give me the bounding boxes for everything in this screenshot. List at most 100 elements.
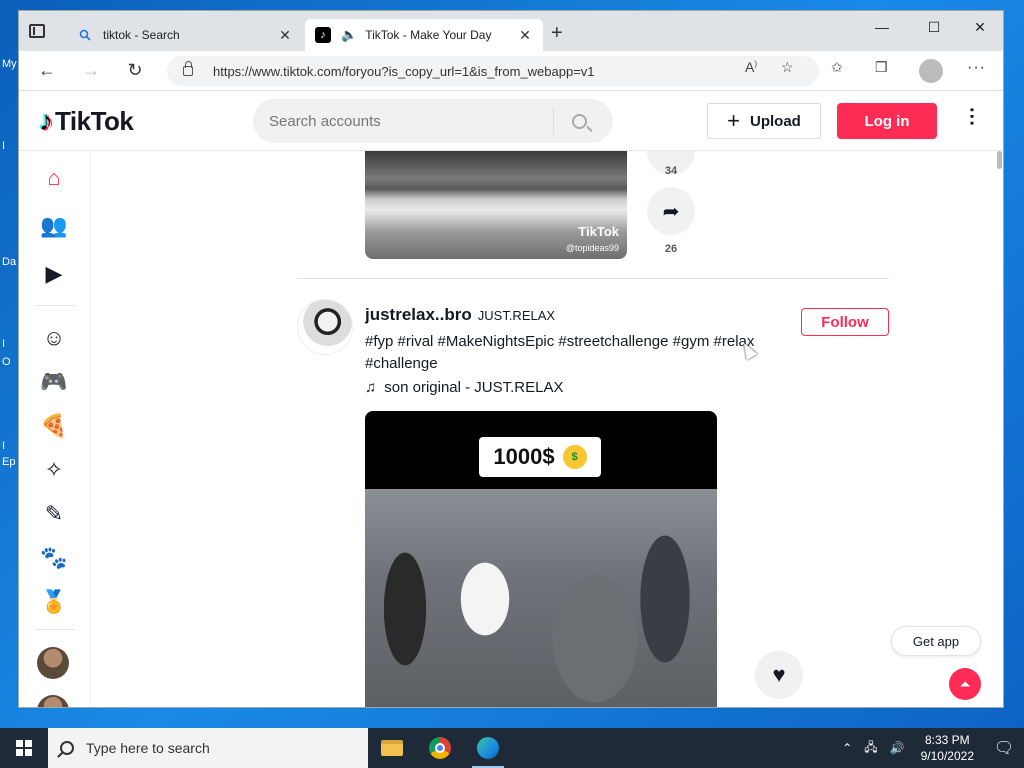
tab-title: TikTok - Make Your Day bbox=[365, 28, 492, 42]
search-button[interactable] bbox=[554, 99, 604, 143]
post-video[interactable]: 1000$ $ bbox=[365, 411, 717, 707]
previous-video[interactable]: TikTok @topideas99 bbox=[365, 151, 627, 259]
collections-icon[interactable]: ❐ bbox=[875, 59, 888, 76]
following-icon[interactable]: 👥 bbox=[39, 211, 69, 241]
more-options-icon[interactable]: ··· bbox=[959, 107, 982, 127]
add-favorite-icon[interactable]: ☆ bbox=[781, 59, 794, 76]
share-icon: ➦ bbox=[662, 200, 680, 223]
desktop-icon-label[interactable]: My bbox=[2, 58, 17, 70]
read-aloud-icon[interactable]: A) bbox=[745, 59, 757, 75]
food-icon[interactable]: 🍕 bbox=[39, 411, 69, 441]
notification-icon[interactable]: 🗨 bbox=[984, 728, 1024, 768]
music-link[interactable]: ♫ son original - JUST.RELAX bbox=[365, 379, 564, 396]
scrollbar-thumb[interactable] bbox=[997, 151, 1002, 169]
live-icon[interactable]: ▶ bbox=[39, 259, 69, 289]
close-window-button[interactable]: ✕ bbox=[957, 19, 1003, 36]
start-button[interactable] bbox=[0, 728, 48, 768]
get-app-button[interactable]: Get app bbox=[891, 626, 981, 656]
suggested-account-avatar[interactable] bbox=[37, 647, 69, 679]
edge-button[interactable] bbox=[464, 728, 512, 768]
follow-button[interactable]: Follow bbox=[801, 308, 889, 336]
file-explorer-button[interactable] bbox=[368, 728, 416, 768]
author-name[interactable]: justrelax..bro bbox=[365, 305, 472, 325]
like-button[interactable]: ♥ bbox=[755, 651, 803, 699]
arrow-up-icon: ⏶ bbox=[959, 675, 971, 692]
upload-label: Upload bbox=[750, 112, 801, 130]
post-caption[interactable]: #fyp #rival #MakeNightsEpic #streetchall… bbox=[365, 331, 755, 375]
tab-actions-icon[interactable] bbox=[27, 22, 47, 42]
scroll-to-top-button[interactable]: ⏶ bbox=[949, 668, 981, 700]
author-row[interactable]: justrelax..bro JUST.RELAX bbox=[365, 305, 555, 325]
music-title: son original - JUST.RELAX bbox=[384, 379, 564, 396]
minimize-button[interactable]: — bbox=[859, 19, 905, 35]
url-text[interactable]: https://www.tiktok.com/foryou?is_copy_ur… bbox=[213, 64, 595, 79]
share-button[interactable]: ➦ bbox=[647, 187, 695, 235]
clock-time: 8:33 PM bbox=[924, 733, 970, 747]
taskbar: Type here to search ⌃ 🖧 🔊 8:33 PM 9/10/2… bbox=[0, 728, 1024, 768]
favorites-icon[interactable]: ✩ bbox=[831, 59, 843, 76]
video-frame bbox=[365, 489, 717, 707]
gaming-icon[interactable]: 🎮 bbox=[39, 367, 69, 397]
search-bar bbox=[253, 99, 613, 143]
author-avatar[interactable] bbox=[297, 299, 353, 355]
tab-tiktok-home[interactable]: ♪ 🔈 TikTok - Make Your Day ✕ bbox=[305, 19, 543, 51]
tab-bar: tiktok - Search ✕ ♪ 🔈 TikTok - Make Your… bbox=[19, 11, 1003, 51]
home-icon[interactable]: ⌂ bbox=[39, 163, 69, 193]
network-icon[interactable]: 🖧 bbox=[864, 738, 877, 759]
beauty-icon[interactable]: ✎ bbox=[39, 499, 69, 529]
search-input[interactable] bbox=[253, 99, 553, 143]
search-icon bbox=[60, 741, 74, 755]
desktop-icon-label[interactable]: I bbox=[2, 338, 5, 350]
desktop-icon-label[interactable]: I bbox=[2, 140, 5, 152]
refresh-button[interactable]: ↻ bbox=[123, 60, 147, 81]
desktop-icon-label[interactable]: I bbox=[2, 440, 5, 452]
more-icon[interactable]: ··· bbox=[967, 59, 986, 77]
tab-close-icon[interactable]: ✕ bbox=[517, 27, 533, 44]
share-count: 26 bbox=[664, 243, 678, 255]
clock[interactable]: 8:33 PM 9/10/2022 bbox=[921, 732, 974, 764]
desktop-icon-label[interactable]: O bbox=[2, 356, 11, 368]
chrome-button[interactable] bbox=[416, 728, 464, 768]
upload-button[interactable]: + Upload bbox=[707, 103, 821, 139]
volume-icon[interactable]: 🔊 bbox=[890, 741, 905, 755]
tiktok-logo[interactable]: ♪ TikTok bbox=[39, 105, 134, 137]
sidebar-divider bbox=[35, 305, 75, 306]
forward-button[interactable]: → bbox=[79, 60, 103, 81]
windows-icon bbox=[16, 740, 32, 756]
chrome-icon bbox=[429, 737, 451, 759]
author-nickname[interactable]: JUST.RELAX bbox=[478, 308, 555, 323]
sports-icon[interactable]: 🏅 bbox=[39, 587, 69, 617]
tab-title: tiktok - Search bbox=[103, 28, 180, 42]
browser-window: tiktok - Search ✕ ♪ 🔈 TikTok - Make Your… bbox=[18, 10, 1004, 708]
tab-tiktok-search[interactable]: tiktok - Search ✕ bbox=[67, 19, 303, 51]
new-tab-button[interactable]: + bbox=[551, 23, 563, 43]
chevron-up-icon[interactable]: ⌃ bbox=[842, 741, 852, 755]
tiktok-header: ♪ TikTok + Upload Log in ··· bbox=[19, 91, 1003, 151]
tiktok-page: ♪ TikTok + Upload Log in ··· ⌂ 👥 ▶ ☺ 🎮 🍕 bbox=[19, 91, 1003, 707]
suggested-account-avatar[interactable] bbox=[37, 695, 69, 707]
music-note-icon: ♫ bbox=[365, 379, 377, 396]
system-tray: ⌃ 🖧 🔊 8:33 PM 9/10/2022 🗨 bbox=[836, 728, 1024, 768]
video-overlay-label: 1000$ bbox=[493, 444, 555, 469]
dance-icon[interactable]: ✧ bbox=[39, 455, 69, 485]
address-bar: ← → ↻ https://www.tiktok.com/foryou?is_c… bbox=[19, 51, 1003, 91]
feed: TikTok @topideas99 34 ➦ 26 justrelax..br… bbox=[91, 151, 1003, 707]
profile-icon[interactable] bbox=[919, 59, 943, 83]
lock-icon[interactable] bbox=[183, 61, 193, 76]
login-button[interactable]: Log in bbox=[837, 103, 937, 139]
speaker-icon[interactable]: 🔈 bbox=[341, 27, 357, 43]
video-watermark-user: @topideas99 bbox=[565, 243, 619, 253]
desktop-icon-label[interactable]: Ep bbox=[2, 456, 15, 468]
edge-icon bbox=[477, 737, 499, 759]
comedy-icon[interactable]: ☺ bbox=[39, 323, 69, 353]
animals-icon[interactable]: 🐾 bbox=[39, 543, 69, 573]
tiktok-favicon-icon: ♪ bbox=[315, 27, 331, 43]
back-button[interactable]: ← bbox=[35, 60, 59, 81]
tab-close-icon[interactable]: ✕ bbox=[277, 27, 293, 44]
taskbar-search[interactable]: Type here to search bbox=[48, 728, 368, 768]
maximize-button[interactable]: ☐ bbox=[911, 19, 957, 36]
desktop-icon-label[interactable]: Da bbox=[2, 256, 16, 268]
clock-date: 9/10/2022 bbox=[920, 749, 974, 763]
url-field[interactable]: https://www.tiktok.com/foryou?is_copy_ur… bbox=[167, 56, 819, 86]
tiktok-note-icon: ♪ bbox=[39, 105, 53, 136]
